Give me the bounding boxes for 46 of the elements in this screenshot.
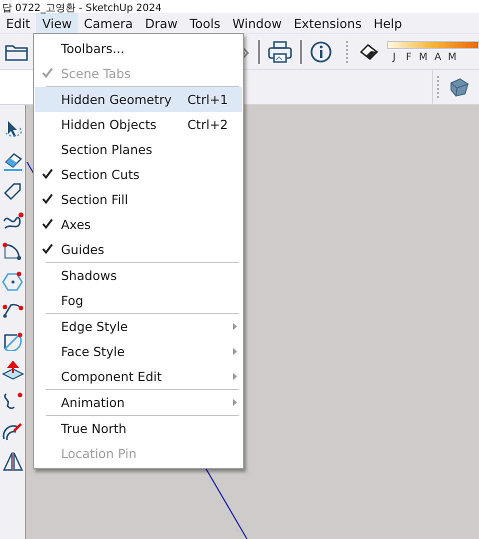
eraser-icon[interactable] [359,42,379,60]
menu-title[interactable]: Tools [184,13,226,33]
menu-title[interactable]: Edit [0,13,36,33]
offset-icon[interactable] [2,421,24,441]
menu-title[interactable]: Help [368,13,408,33]
menu-item[interactable]: Animation [35,390,242,415]
freehand-icon[interactable] [2,211,24,231]
menu-item[interactable]: Guides [35,237,242,262]
info-icon[interactable] [310,40,332,62]
month-label: F [404,52,413,62]
menu-item[interactable]: Axes [35,212,242,237]
menu-item[interactable]: Section Fill [35,187,242,212]
folder-icon[interactable] [4,42,29,60]
tag-icon[interactable] [2,181,22,201]
menu-title[interactable]: Extensions [288,13,368,33]
menu-title[interactable]: View [36,13,78,33]
menu-item[interactable]: Shadows [35,263,242,288]
cube-icon[interactable] [448,77,470,97]
month-label: M [446,52,458,62]
push-pull-icon[interactable] [2,361,24,381]
menu-item[interactable]: Edge Style [35,314,242,339]
arc-icon[interactable] [2,301,24,321]
eraser-icon[interactable] [2,151,22,171]
menu-item[interactable]: Section Planes [35,137,242,162]
menu-item[interactable]: Hidden Geometry Ctrl+1 [35,87,242,112]
month-label: A [433,52,442,62]
window-title: 답 0722_고영환 - SketchUp 2024 [1,2,162,15]
menu-item[interactable]: Fog [35,288,242,313]
month-label: J [391,52,397,62]
menu-title[interactable]: Draw [138,13,184,33]
follow-me-icon[interactable] [2,391,24,411]
menu-item[interactable]: Hidden Objects Ctrl+2 [35,112,242,137]
pie-icon[interactable] [2,331,24,351]
menu-item[interactable]: Section Cuts [35,162,242,187]
menu-item[interactable]: Component Edit [35,364,242,389]
month-label: M [418,52,429,62]
mirror-icon[interactable] [2,451,24,471]
input-field[interactable] [0,70,34,104]
menu-title[interactable]: Window [226,13,288,33]
menu-title[interactable]: Camera [78,13,139,33]
menu-item[interactable]: True North [35,416,242,441]
polygon-icon[interactable] [2,271,24,291]
arc-icon[interactable] [2,241,24,261]
menu-item[interactable]: Face Style [35,339,242,364]
menu-item[interactable]: Toolbars... [35,36,242,61]
printer-icon[interactable] [268,40,292,62]
